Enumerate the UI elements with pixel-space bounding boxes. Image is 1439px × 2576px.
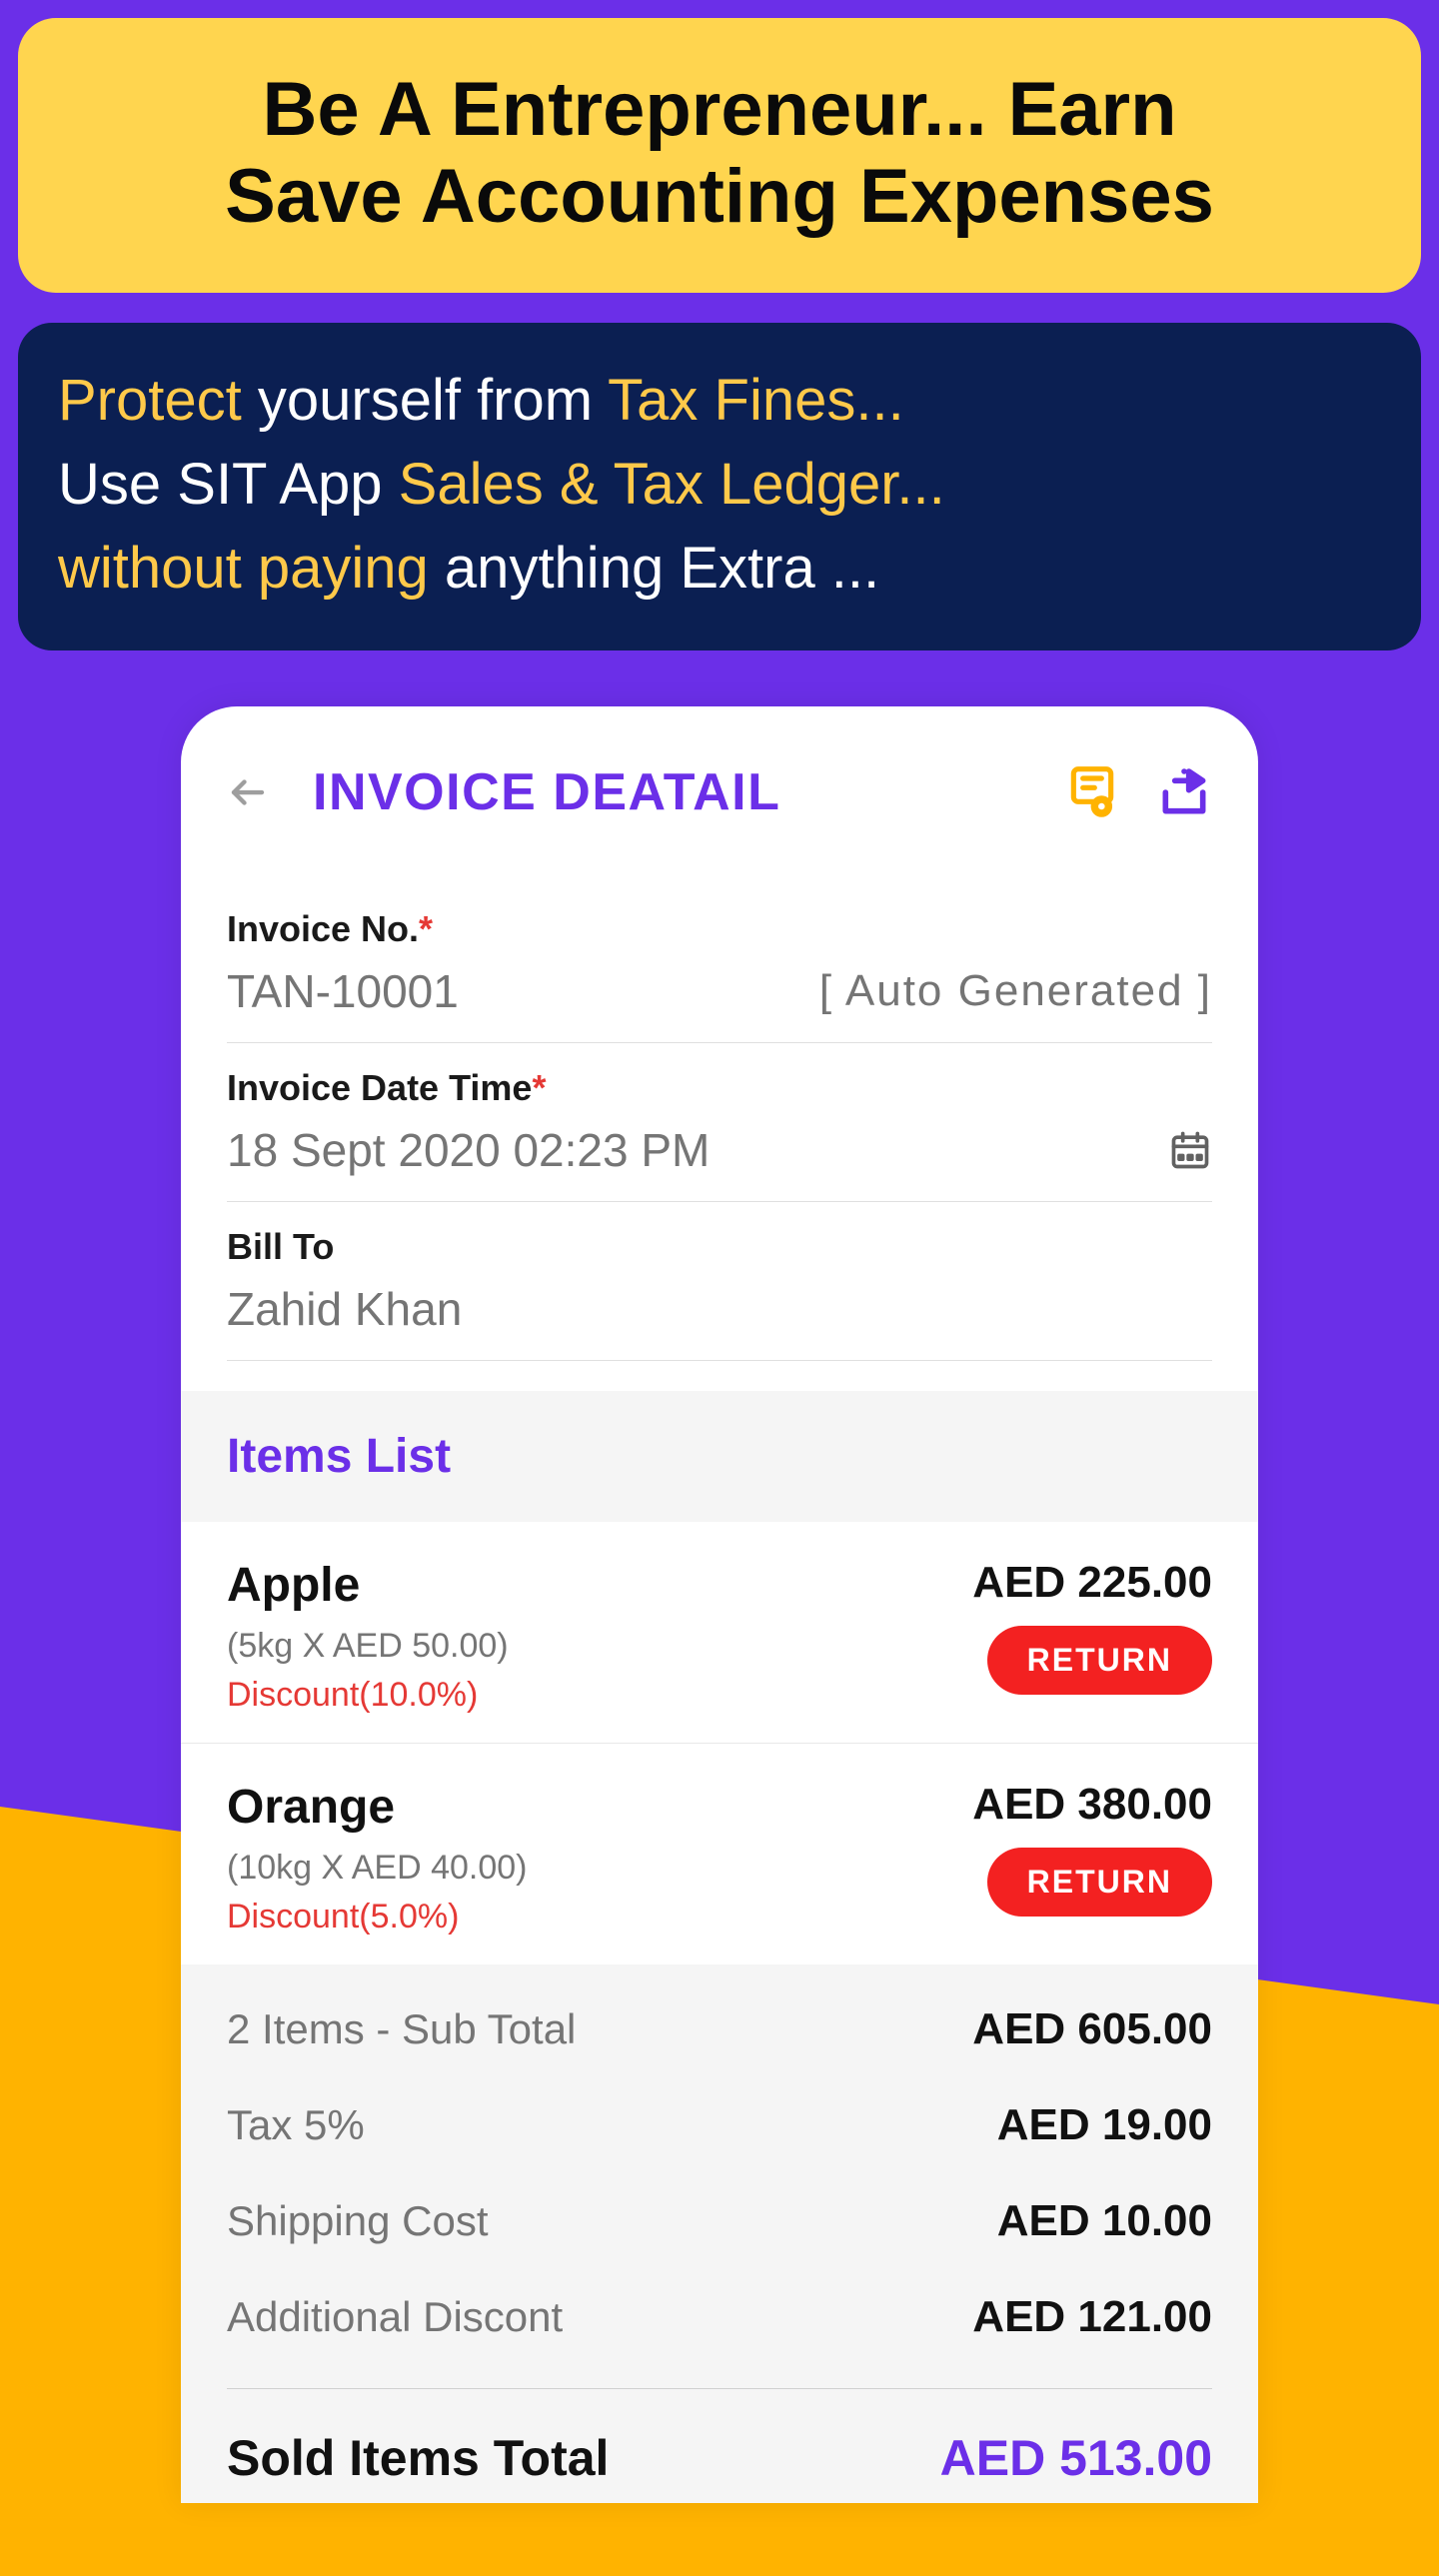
promo-yellow-line2: Save Accounting Expenses [48, 153, 1391, 240]
items-list-header: Items List [181, 1391, 1258, 1522]
back-arrow-icon[interactable] [227, 771, 269, 813]
item-quantity-price: (5kg X AED 50.00) [227, 1627, 972, 1666]
invoice-date-value: 18 Sept 2020 02:23 PM [227, 1123, 710, 1177]
invoice-date-field[interactable]: Invoice Date Time* 18 Sept 2020 02:23 PM [227, 1043, 1212, 1202]
auto-generated-hint: [ Auto Generated ] [819, 966, 1212, 1016]
preview-invoice-icon[interactable] [1064, 764, 1120, 820]
totals-section: 2 Items - Sub Total AED 605.00 Tax 5% AE… [181, 1964, 1258, 2503]
tax-row: Tax 5% AED 19.00 [227, 2100, 1212, 2150]
item-discount: Discount(5.0%) [227, 1898, 972, 1936]
item-name: Orange [227, 1780, 972, 1835]
page-title: INVOICE DEATAIL [313, 762, 1028, 822]
item-name: Apple [227, 1558, 972, 1613]
item-quantity-price: (10kg X AED 40.00) [227, 1849, 972, 1888]
invoice-number-value: TAN-10001 [227, 964, 459, 1018]
invoice-date-label: Invoice Date Time* [227, 1067, 1212, 1109]
item-discount: Discount(10.0%) [227, 1676, 972, 1715]
list-item[interactable]: Orange (10kg X AED 40.00) Discount(5.0%)… [181, 1744, 1258, 1964]
invoice-number-field[interactable]: Invoice No.* TAN-10001 [ Auto Generated … [227, 884, 1212, 1043]
promo-banner-navy: Protect yourself from Tax Fines... Use S… [18, 323, 1421, 650]
promo-navy-line3: without paying anything Extra ... [58, 527, 1381, 611]
share-icon[interactable] [1156, 764, 1212, 820]
shipping-row: Shipping Cost AED 10.00 [227, 2196, 1212, 2246]
grand-total-row: Sold Items Total AED 513.00 [227, 2429, 1212, 2493]
item-total-price: AED 225.00 [972, 1558, 1212, 1608]
promo-banner-yellow: Be A Entrepreneur... Earn Save Accountin… [18, 18, 1421, 293]
return-button[interactable]: RETURN [987, 1848, 1212, 1917]
promo-yellow-line1: Be A Entrepreneur... Earn [48, 66, 1391, 153]
bill-to-label: Bill To [227, 1226, 1212, 1268]
invoice-number-label: Invoice No.* [227, 908, 1212, 950]
item-total-price: AED 380.00 [972, 1780, 1212, 1830]
promo-navy-line1: Protect yourself from Tax Fines... [58, 359, 1381, 443]
list-item[interactable]: Apple (5kg X AED 50.00) Discount(10.0%) … [181, 1522, 1258, 1744]
additional-discount-row: Additional Discont AED 121.00 [227, 2292, 1212, 2342]
bill-to-value: Zahid Khan [227, 1282, 462, 1336]
promo-navy-line2: Use SIT App Sales & Tax Ledger... [58, 443, 1381, 527]
subtotal-row: 2 Items - Sub Total AED 605.00 [227, 2004, 1212, 2054]
app-screen: INVOICE DEATAIL Invoice No.* TAN-10001 [… [181, 706, 1258, 2503]
bill-to-field[interactable]: Bill To Zahid Khan [227, 1202, 1212, 1361]
return-button[interactable]: RETURN [987, 1626, 1212, 1695]
invoice-form: Invoice No.* TAN-10001 [ Auto Generated … [181, 864, 1258, 1361]
totals-divider [227, 2388, 1212, 2389]
app-header: INVOICE DEATAIL [181, 706, 1258, 864]
calendar-icon[interactable] [1168, 1128, 1212, 1172]
